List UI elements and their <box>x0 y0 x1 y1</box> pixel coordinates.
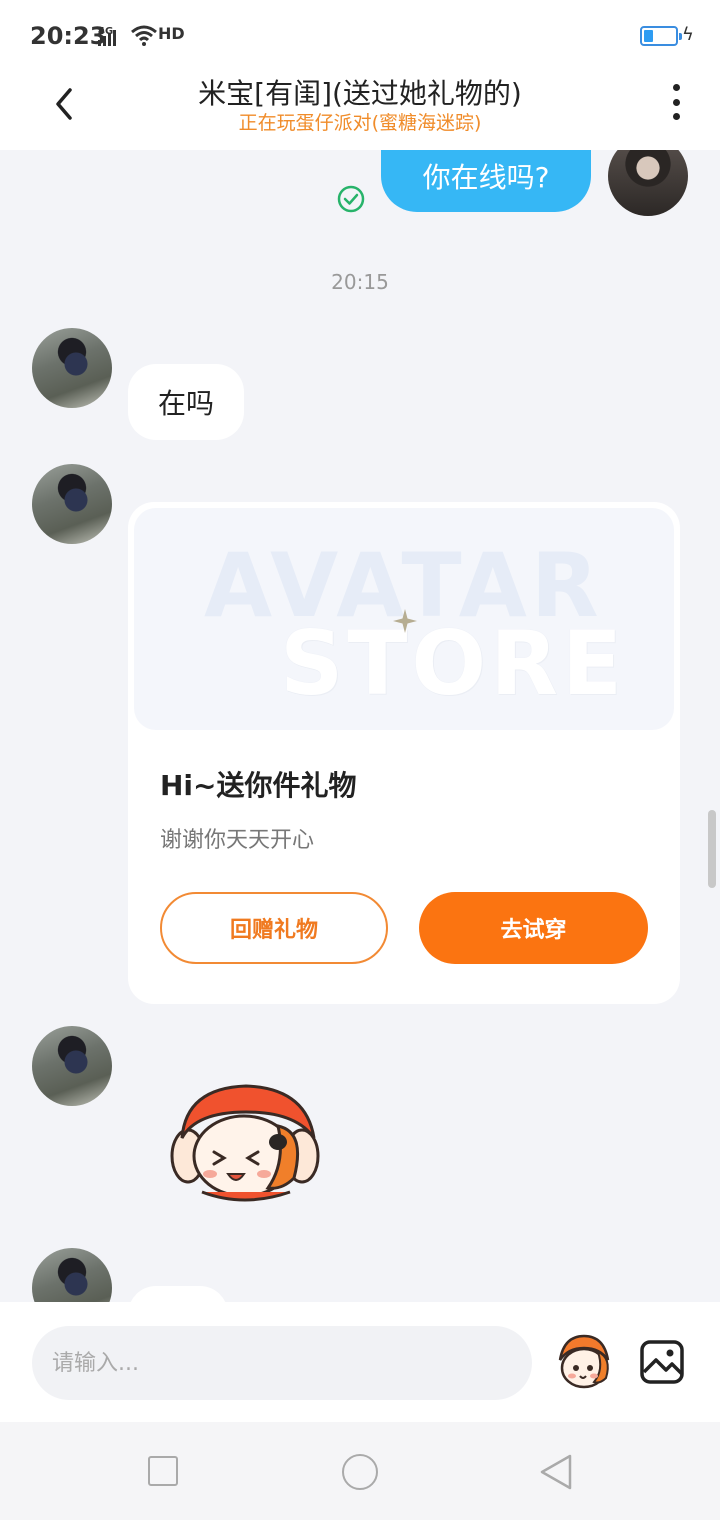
gift-subtitle: 谢谢你天天开心 <box>160 828 315 853</box>
contact-avatar[interactable] <box>32 1248 112 1302</box>
contact-avatar[interactable] <box>32 328 112 408</box>
dot-icon <box>672 113 680 120</box>
peer-message-bubble[interactable]: 在吗 <box>128 364 244 440</box>
gift-banner-text: STORE <box>280 612 627 715</box>
sticker-image[interactable] <box>166 1082 326 1206</box>
scrollbar-thumb[interactable] <box>708 810 716 888</box>
wifi-icon <box>131 25 157 46</box>
chat-messages[interactable]: 你在线吗? 20:15 在吗 AVATAR STORE Hi~送你件礼物 谢谢你… <box>0 150 720 1302</box>
try-on-button[interactable]: 去试穿 <box>419 892 648 964</box>
recent-apps-button[interactable] <box>148 1456 178 1486</box>
charging-icon: ϟ <box>682 24 694 45</box>
message-input-bar <box>0 1302 720 1422</box>
contact-name: 米宝[有闺](送过她礼物的) <box>198 77 522 110</box>
cellular-signal-icon: 4G <box>98 26 116 46</box>
sparkle-icon <box>393 609 417 633</box>
emoji-sticker-icon[interactable] <box>554 1334 614 1390</box>
home-button[interactable] <box>342 1454 378 1490</box>
network-type: 4G <box>98 26 114 37</box>
my-avatar[interactable] <box>608 150 688 216</box>
dot-icon <box>672 98 680 106</box>
contact-avatar[interactable] <box>32 1026 112 1106</box>
contact-avatar[interactable] <box>32 464 112 544</box>
peer-message-bubble[interactable] <box>128 1286 228 1302</box>
image-picker-icon[interactable] <box>638 1338 686 1386</box>
hd-icon: HD <box>158 24 185 43</box>
read-check-icon <box>337 185 365 213</box>
my-message-bubble[interactable]: 你在线吗? <box>381 150 591 212</box>
gift-card[interactable]: AVATAR STORE Hi~送你件礼物 谢谢你天天开心 回赠礼物 去试穿 <box>128 502 680 1004</box>
status-time: 20:23 <box>30 22 107 50</box>
battery-icon <box>640 26 682 46</box>
chat-header: 米宝[有闺](送过她礼物的) 正在玩蛋仔派对(蜜糖海迷踪) <box>0 72 720 150</box>
system-back-button[interactable] <box>538 1452 574 1492</box>
time-separator: 20:15 <box>331 270 389 294</box>
contact-status: 正在玩蛋仔派对(蜜糖海迷踪) <box>238 112 482 134</box>
message-input[interactable] <box>32 1326 532 1400</box>
dot-icon <box>672 84 680 91</box>
more-options-button[interactable] <box>664 82 688 122</box>
gift-banner-image: AVATAR STORE <box>134 508 674 730</box>
system-nav-bar <box>0 1422 720 1520</box>
return-gift-button[interactable]: 回赠礼物 <box>160 892 388 964</box>
status-bar: 20:23 4G HD ϟ <box>0 0 720 72</box>
back-button[interactable] <box>40 78 88 126</box>
gift-title: Hi~送你件礼物 <box>160 769 357 802</box>
